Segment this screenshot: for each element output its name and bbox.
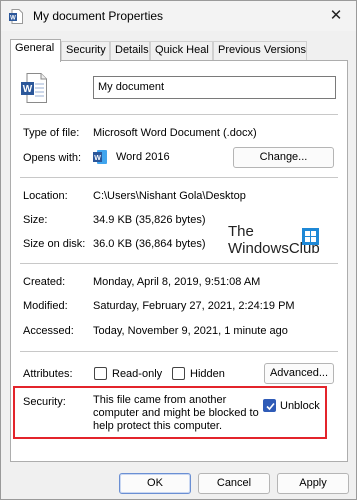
opens-with-label: Opens with: [23,152,82,164]
close-icon: ✕ [329,7,343,24]
modified-label: Modified: [23,300,68,312]
change-button[interactable]: Change... [233,147,334,168]
location-value: C:\Users\Nishant Gola\Desktop [93,190,246,202]
properties-window: W My document Properties ✕ General Secur… [0,0,357,500]
divider [20,114,338,115]
watermark-logo: The WindowsClub [228,223,320,257]
windows-logo-icon [302,228,319,245]
created-value: Monday, April 8, 2019, 9:51:08 AM [93,276,261,288]
checkmark-icon [266,402,275,411]
size-on-disk-value: 36.0 KB (36,864 bytes) [93,238,206,250]
ok-button[interactable]: OK [119,473,191,494]
hidden-label[interactable]: Hidden [190,368,225,380]
divider [20,263,338,264]
location-label: Location: [23,190,68,202]
title-bar[interactable]: W My document Properties ✕ [1,1,356,31]
security-label: Security: [23,396,66,408]
tab-previous-versions[interactable]: Previous Versions [213,41,307,60]
read-only-checkbox[interactable] [94,367,107,380]
unblock-checkbox[interactable] [263,399,276,412]
divider [20,351,338,352]
svg-text:W: W [94,155,101,162]
tab-quick-heal[interactable]: Quick Heal [150,41,213,60]
type-of-file-label: Type of file: [23,127,80,139]
created-label: Created: [23,276,66,288]
size-label: Size: [23,214,48,226]
hidden-checkbox[interactable] [172,367,185,380]
word-document-icon: W [21,73,47,103]
security-message: This file came from another computer and… [93,394,259,432]
type-of-file-value: Microsoft Word Document (.docx) [93,127,257,139]
modified-value: Saturday, February 27, 2021, 2:24:19 PM [93,300,295,312]
read-only-label[interactable]: Read-only [112,368,162,380]
file-name-input[interactable]: My document [93,76,336,99]
attributes-label: Attributes: [23,368,73,380]
tab-security[interactable]: Security [61,41,110,60]
window-title: My document Properties [33,9,164,23]
advanced-button[interactable]: Advanced... [264,363,334,384]
word-app-icon: W [93,150,107,164]
divider [20,177,338,178]
accessed-label: Accessed: [23,325,74,337]
tab-general[interactable]: General [10,39,61,62]
accessed-value: Today, November 9, 2021, 1 minute ago [93,325,288,337]
size-value: 34.9 KB (35,826 bytes) [93,214,206,226]
word-document-icon: W [9,9,23,24]
svg-text:W: W [10,16,16,22]
unblock-label[interactable]: Unblock [280,400,320,412]
close-button[interactable]: ✕ [326,6,346,26]
svg-text:W: W [23,84,33,95]
cancel-button[interactable]: Cancel [198,473,270,494]
opens-with-app: Word 2016 [116,151,170,163]
size-on-disk-label: Size on disk: [23,238,86,250]
tab-details[interactable]: Details [110,41,150,60]
apply-button[interactable]: Apply [277,473,349,494]
